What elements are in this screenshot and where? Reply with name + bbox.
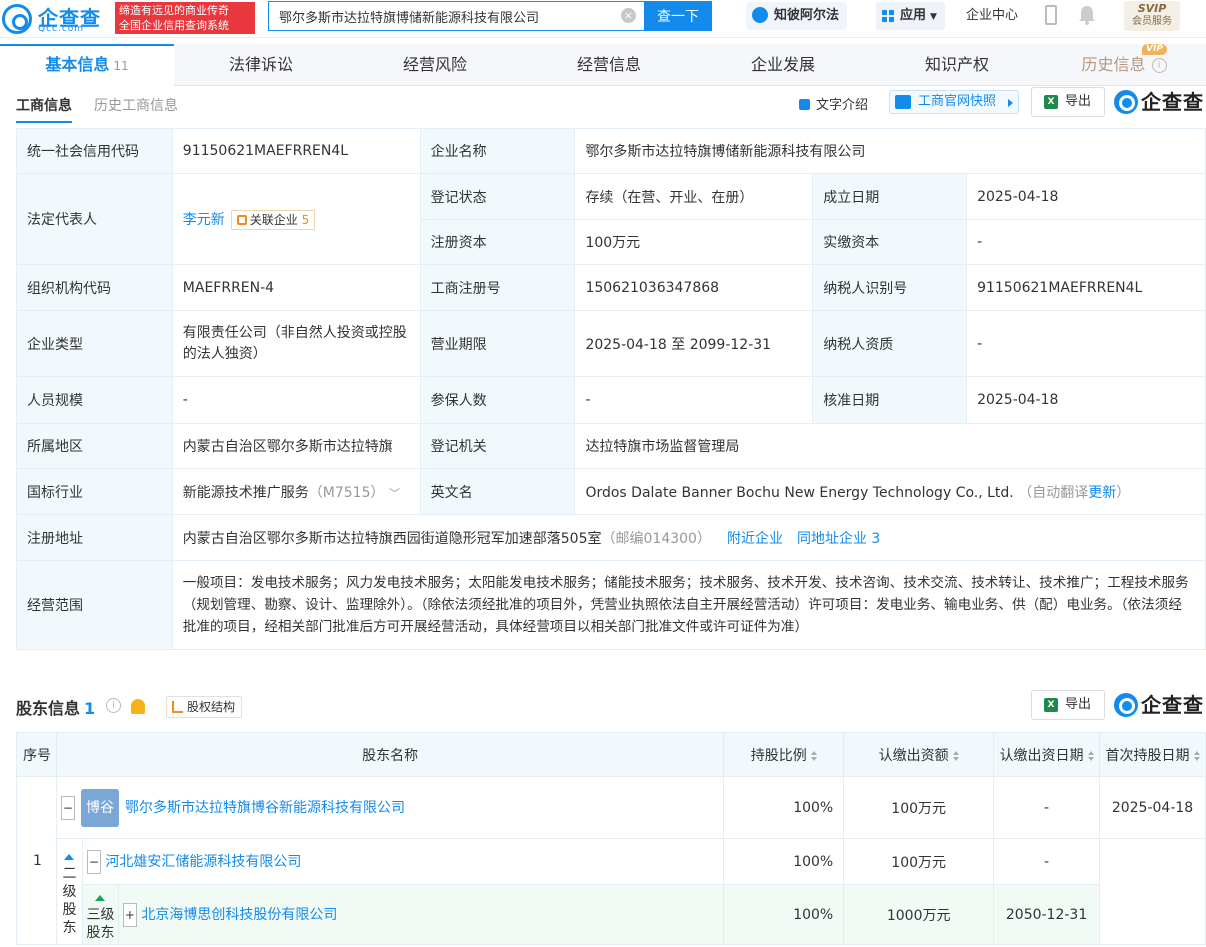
sort-icon: [952, 750, 959, 761]
header-first-date[interactable]: 首次持股日期: [1099, 732, 1206, 777]
official-snapshot-button[interactable]: 工商官网快照: [889, 90, 1019, 114]
search-box: ×: [268, 1, 644, 31]
arrow-up-icon: [64, 853, 75, 860]
site-logo[interactable]: 企查查 Qcc.com: [2, 2, 112, 36]
collapse-button[interactable]: −: [86, 849, 101, 874]
company-logo: 博谷: [80, 788, 119, 827]
text-intro-button[interactable]: 文字介绍: [799, 94, 868, 113]
table-row: 三级 股东 + 北京海博思创科技股份有限公司 100% 1000万元 2050-1…: [17, 884, 1206, 945]
level3-shareholder-link[interactable]: 北京海博思创科技股份有限公司: [141, 907, 337, 923]
grid-icon: [882, 10, 894, 22]
level3-tag: 三级 股东: [81, 884, 119, 945]
header-ratio[interactable]: 持股比例: [723, 732, 845, 777]
shareholder-table: 序号 股东名称 持股比例 认缴出资额 认缴出资日期 首次持股日期 1 − 博谷 鄂尔…: [16, 732, 1206, 945]
level1-shareholder-link[interactable]: 鄂尔多斯市达拉特旗博谷新能源科技有限公司: [125, 800, 405, 816]
legal-rep-link[interactable]: 李元新: [183, 212, 225, 228]
snapshot-icon: [895, 95, 911, 109]
search-input[interactable]: [269, 2, 609, 30]
export-button[interactable]: X 导出: [1031, 87, 1105, 117]
structure-icon: [172, 701, 183, 713]
header-amount[interactable]: 认缴出资额: [843, 732, 995, 777]
level2-cell: − 河北雄安汇储能源科技有限公司: [81, 838, 725, 885]
logo-icon: [2, 4, 32, 34]
level1-cell: − 博谷 鄂尔多斯市达拉特旗博谷新能源科技有限公司: [55, 776, 725, 839]
company-name-value: 鄂尔多斯市达拉特旗博储新能源科技有限公司: [574, 128, 1206, 174]
table-row: 1 − 博谷 鄂尔多斯市达拉特旗博谷新能源科技有限公司 100% 100万元 - 2…: [16, 776, 1206, 945]
nav-zhibi-alpha[interactable]: 知彼阿尔法: [746, 2, 848, 30]
equity-structure-button[interactable]: 股权结构: [166, 696, 243, 718]
top-bar: 企查查 Qcc.com 缔造有远见的商业传奇 全国企业信用查询系统 × 查一下 …: [0, 0, 1206, 38]
slogan-banner: 缔造有远见的商业传奇 全国企业信用查询系统: [115, 2, 255, 34]
info-icon: i: [1151, 58, 1167, 73]
bell-icon[interactable]: [1078, 5, 1096, 25]
business-info-table: 统一社会信用代码 91150621MAEFRREN4L 企业名称 鄂尔多斯市达拉…: [16, 128, 1206, 650]
same-address-link[interactable]: 同地址企业 3: [797, 531, 880, 547]
chevron-down-icon: ﹀: [388, 486, 400, 500]
excel-icon: X: [1044, 698, 1058, 712]
tab-legal[interactable]: 法律诉讼: [174, 44, 348, 86]
address-cell: 内蒙古自治区鄂尔多斯市达拉特旗西园街道隐形冠军加速部落505室（邮编014300…: [171, 514, 1206, 561]
level2-shareholder-link[interactable]: 河北雄安汇储能源科技有限公司: [105, 854, 301, 870]
expand-button[interactable]: +: [122, 902, 137, 927]
collapse-button[interactable]: −: [60, 795, 75, 820]
legal-rep-cell: 李元新 关联企业 5: [171, 173, 421, 265]
business-scope-value: 一般项目：发电技术服务；风力发电技术服务；太阳能发电技术服务；储能技术服务；技术…: [171, 560, 1206, 650]
tab-development[interactable]: 企业发展: [696, 44, 870, 86]
header-date[interactable]: 认缴出资日期: [993, 732, 1101, 777]
shareholder-export-button[interactable]: X 导出: [1031, 690, 1105, 720]
english-name-cell: Ordos Dalate Banner Bochu New Energy Tec…: [574, 468, 1206, 515]
play-arrow-icon: [1008, 99, 1013, 107]
update-translation-link[interactable]: 更新: [1088, 485, 1116, 501]
nav-enterprise-center[interactable]: 企业中心: [966, 2, 1018, 30]
subtab-history-business-info[interactable]: 历史工商信息: [94, 95, 178, 115]
tab-history[interactable]: 历史信息 i: [1044, 44, 1204, 86]
search-button[interactable]: 查一下: [644, 1, 712, 31]
chevron-down-icon: ▼: [930, 12, 937, 22]
header-name: 股东名称: [55, 732, 725, 777]
tab-risk[interactable]: 经营风险: [348, 44, 522, 86]
main-tabs: 基本信息 11 法律诉讼 经营风险 经营信息 企业发展 知识产权 历史信息 i VI…: [0, 44, 1206, 86]
header-no: 序号: [16, 732, 57, 777]
sort-icon: [810, 750, 817, 761]
svip-member-service[interactable]: SVIP 会员服务: [1124, 1, 1180, 31]
tab-operation[interactable]: 经营信息: [522, 44, 696, 86]
subtab-business-info[interactable]: 工商信息: [16, 95, 72, 123]
clear-icon[interactable]: ×: [621, 8, 636, 23]
network-icon: [236, 214, 247, 225]
nav-app-menu[interactable]: 应用 ▼: [876, 2, 945, 30]
qcc-logo-icon: [1114, 693, 1138, 717]
qcc-logo-icon: [1114, 90, 1138, 114]
industry-cell[interactable]: 新能源技术推广服务（M7515） ﹀: [171, 468, 421, 515]
vip-badge: VIP: [1142, 44, 1167, 55]
arrow-up-icon: [95, 894, 106, 901]
table-row: 二级股东 − 河北雄安汇储能源科技有限公司 100% 100万元 -: [17, 838, 1206, 945]
tab-ip[interactable]: 知识产权: [870, 44, 1044, 86]
info-icon[interactable]: i: [106, 698, 121, 713]
document-icon: [799, 99, 810, 110]
excel-icon: X: [1044, 95, 1058, 109]
related-companies-tag[interactable]: 关联企业 5: [230, 209, 316, 230]
shareholder-title: 股东信息 1: [16, 699, 96, 718]
sort-icon: [1193, 750, 1200, 761]
level3-cell: + 北京海博思创科技股份有限公司: [117, 884, 725, 945]
credit-code-value: 91150621MAEFRREN4L: [171, 128, 421, 174]
level2-tag: 二级股东: [55, 838, 83, 945]
sort-icon: [1087, 750, 1094, 761]
phone-icon[interactable]: [1045, 5, 1057, 25]
bell-icon[interactable]: [131, 699, 145, 714]
nearby-companies-link[interactable]: 附近企业: [727, 531, 783, 547]
tab-basic-info[interactable]: 基本信息 11: [0, 44, 174, 86]
